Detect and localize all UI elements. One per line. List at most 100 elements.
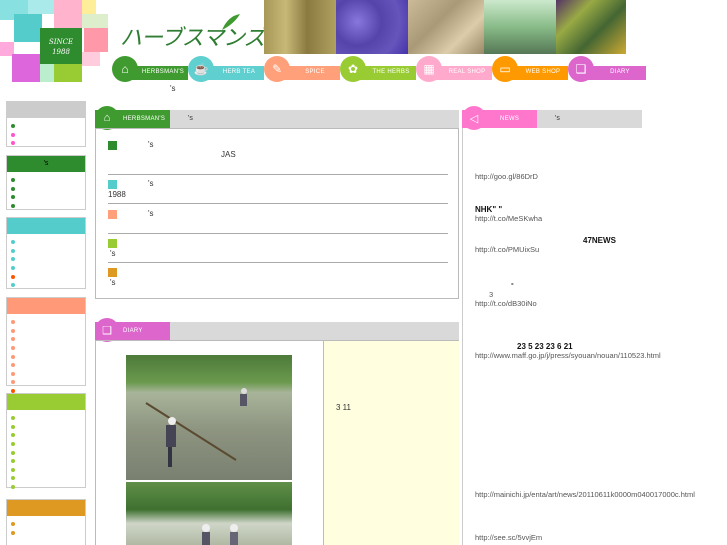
sidebar-link[interactable] — [11, 448, 85, 457]
nav-herbsmans[interactable]: ⌂ HERBSMAN'S — [112, 56, 188, 82]
sidebar-link[interactable] — [11, 431, 85, 440]
sidebar-link[interactable] — [11, 520, 85, 529]
news-item[interactable]: 23 5 23 23 6 21 http://www.maff.go.jp/j/… — [475, 342, 661, 360]
logo-tile — [40, 64, 54, 82]
bullet-icon — [11, 363, 15, 368]
sidebar-link[interactable] — [11, 264, 85, 273]
sidebar-link[interactable] — [11, 281, 85, 290]
sidebar-link[interactable] — [11, 361, 85, 370]
news-item[interactable]: - 3 http://t.co/dB30iNo — [475, 279, 537, 308]
nav-web-shop[interactable]: ▭ WEB SHOP — [492, 56, 568, 82]
spoon-icon: ✎ — [264, 56, 290, 82]
sidebar-link[interactable] — [11, 327, 85, 336]
divider — [108, 233, 448, 234]
sidebar-box — [6, 297, 86, 394]
nav-label: SPICE — [305, 69, 325, 75]
sidebar-box — [6, 101, 86, 147]
sidebar-link[interactable] — [11, 247, 85, 256]
bullet-icon — [11, 522, 15, 527]
nav-label: REAL SHOP — [448, 69, 486, 75]
sidebar-list — [7, 234, 85, 294]
sidebar-link[interactable] — [11, 202, 85, 211]
sidebar-link[interactable] — [11, 193, 85, 202]
news-tab-note: 's — [537, 110, 642, 128]
bullet-icon — [11, 283, 15, 288]
diary-text: 3 11 — [336, 403, 351, 412]
bullet-icon — [11, 442, 15, 447]
logo-tile — [82, 52, 100, 66]
rice-planting-photo[interactable] — [126, 355, 292, 480]
main-nav: ⌂ HERBSMAN'S ☕ HERB TEA ✎ SPICE ✿ THE HE… — [112, 56, 652, 82]
sidebar-link[interactable] — [11, 483, 85, 492]
news-item[interactable]: http://see.sc/5vvjEm — [475, 533, 542, 542]
square-icon — [108, 268, 117, 277]
sidebar-link[interactable] — [11, 440, 85, 449]
bullet-icon — [11, 450, 15, 455]
sidebar-link[interactable] — [11, 255, 85, 264]
herb-row-sub: 's — [110, 249, 116, 258]
sidebar-link[interactable] — [11, 352, 85, 361]
sidebar-link[interactable] — [11, 378, 85, 387]
sidebar-link[interactable] — [11, 238, 85, 247]
sidebar-link[interactable] — [11, 414, 85, 423]
news-link[interactable]: http://t.co/dB30iNo — [475, 299, 537, 308]
news-link[interactable]: http://goo.gl/86DrD — [475, 172, 538, 181]
rice-photo — [264, 0, 336, 54]
diary-tab-rest — [170, 322, 459, 340]
news-item[interactable]: NHK" " http://t.co/MeSKwha — [475, 205, 542, 223]
sidebar-link[interactable] — [11, 466, 85, 475]
bullet-icon — [11, 459, 15, 464]
sidebar-link[interactable] — [11, 318, 85, 327]
news-link[interactable]: http://see.sc/5vvjEm — [475, 533, 542, 542]
vegetables-photo — [556, 0, 626, 54]
nav-diary[interactable]: ❑ DIARY — [568, 56, 646, 82]
sidebar-link[interactable] — [11, 344, 85, 353]
sidebar-link[interactable] — [11, 457, 85, 466]
sidebar-link[interactable] — [11, 474, 85, 483]
sidebar-link[interactable] — [11, 185, 85, 194]
sidebar-link[interactable] — [11, 529, 85, 538]
sidebar-link[interactable] — [11, 176, 85, 185]
bullet-icon — [11, 204, 15, 209]
sidebar-link[interactable] — [11, 131, 85, 140]
news-item[interactable]: http://goo.gl/86DrD — [475, 172, 538, 181]
news-headline: NHK" " — [475, 205, 503, 214]
sidebar-link[interactable] — [11, 335, 85, 344]
sidebar-link[interactable] — [11, 122, 85, 131]
since-badge: SINCE 1988 — [40, 28, 82, 64]
news-link[interactable]: http://t.co/PMUixSu — [475, 245, 616, 254]
sidebar-box-header — [7, 298, 85, 314]
leaf-icon — [222, 14, 240, 30]
sidebar-link[interactable] — [11, 370, 85, 379]
brand-logo[interactable]: ハーブスマンズ — [120, 12, 266, 54]
news-item[interactable]: http://mainichi.jp/enta/art/news/2011061… — [475, 490, 695, 499]
bullet-icon — [11, 274, 15, 279]
news-panel-header: NEWS ◁ 's — [462, 106, 642, 130]
sidebar-link[interactable] — [11, 272, 85, 281]
news-link[interactable]: http://t.co/MeSKwha — [475, 214, 542, 223]
news-link[interactable]: http://mainichi.jp/enta/art/news/2011061… — [475, 490, 695, 499]
nav-real-shop[interactable]: ▦ REAL SHOP — [416, 56, 492, 82]
nav-spice[interactable]: ✎ SPICE — [264, 56, 340, 82]
nav-the-herbs[interactable]: ✿ THE HERBS — [340, 56, 416, 82]
sidebar-link[interactable] — [11, 139, 85, 148]
logo-tile — [12, 54, 40, 82]
sidebar-link[interactable] — [11, 423, 85, 432]
diary-text-panel: 3 11 — [323, 341, 459, 545]
sidebar-list — [7, 410, 85, 495]
news-link[interactable]: http://www.maff.go.jp/j/press/syouan/nou… — [475, 351, 661, 360]
header-note: 's — [170, 84, 176, 93]
farmer-figure-icon — [145, 388, 247, 467]
book-icon: ❑ — [568, 56, 594, 82]
book-icon: ❑ — [95, 318, 119, 342]
nav-herb-tea[interactable]: ☕ HERB TEA — [188, 56, 264, 82]
bullet-icon — [11, 257, 15, 262]
logo-mosaic[interactable]: SINCE 1988 — [0, 0, 112, 82]
since-year: 1988 — [52, 48, 70, 56]
rice-field-photo[interactable] — [126, 482, 292, 545]
news-headline: 47NEWS — [583, 236, 616, 245]
bullet-icon — [11, 380, 15, 385]
news-item[interactable]: 47NEWS http://t.co/PMUixSu — [475, 236, 616, 254]
logo-tile — [82, 0, 96, 14]
bullet-icon — [11, 346, 15, 351]
